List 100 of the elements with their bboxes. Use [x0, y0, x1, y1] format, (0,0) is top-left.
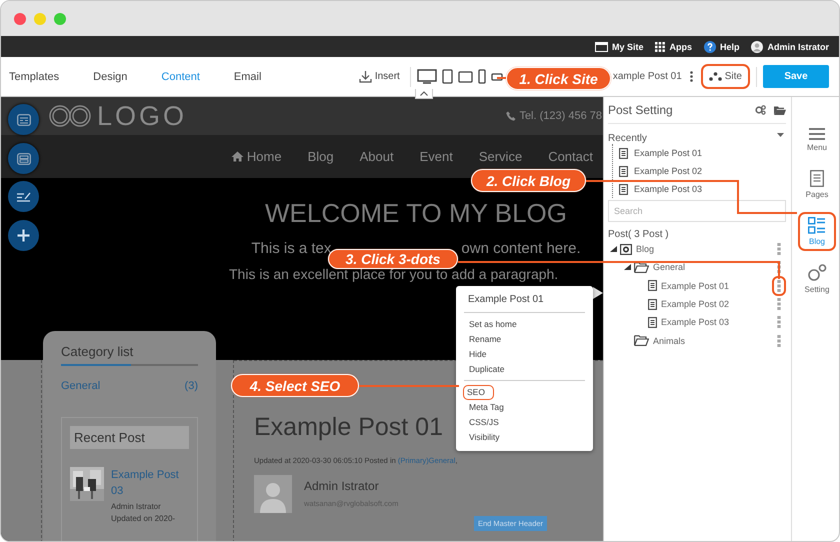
post-title: Example Post 01 [254, 413, 443, 442]
editor-tab[interactable]: Design [93, 70, 128, 82]
editor-tab[interactable]: Content [161, 70, 200, 82]
page-icon [810, 170, 824, 187]
document-icon [619, 148, 628, 158]
folder-icon [634, 335, 649, 346]
user-menu[interactable]: Admin Istrator [751, 40, 829, 52]
category-title: Category list [61, 344, 134, 359]
folder-icon [634, 262, 649, 273]
context-menu-option[interactable]: Duplicate [464, 362, 510, 377]
tablet-landscape-icon[interactable] [458, 70, 473, 82]
expand-icon[interactable] [610, 246, 617, 252]
folder-gear-icon [620, 243, 632, 256]
section-label: Recently [608, 133, 647, 144]
context-menu-option[interactable]: SEO [463, 385, 494, 400]
help-icon [704, 40, 716, 52]
recent-post-item[interactable]: Example Post 03 [613, 180, 786, 198]
collapse-tab[interactable] [415, 89, 433, 99]
menu-icon [809, 128, 825, 140]
site-nav-link[interactable]: Service [478, 149, 522, 164]
context-menu-option[interactable]: Set as home [464, 317, 522, 332]
grid-icon [655, 42, 666, 52]
context-menu-option[interactable]: Hide [464, 347, 492, 362]
plus-icon [17, 229, 30, 242]
expand-icon[interactable] [624, 264, 631, 270]
gears-icon[interactable] [755, 105, 766, 115]
close-button[interactable] [14, 12, 26, 24]
category-count: (3) [184, 380, 198, 392]
sidebar-item[interactable]: Blog [798, 212, 836, 251]
phone-text: Tel. (123) 456 78 [519, 110, 602, 122]
tree-item[interactable]: General [634, 262, 686, 273]
section-label: Post( 3 Post ) [608, 229, 670, 240]
recent-post-header: Recent Post [70, 426, 189, 449]
more-icon[interactable] [772, 276, 786, 296]
tree-item[interactable]: Blog [620, 243, 654, 256]
context-menu-option[interactable]: Rename [464, 332, 506, 347]
recent-post-item[interactable]: Example Post 01 [613, 144, 786, 162]
editor-tab[interactable]: Email [234, 70, 262, 82]
desktop-icon[interactable] [416, 69, 437, 84]
gears-icon [807, 264, 827, 282]
insert-button[interactable]: Insert [354, 70, 404, 83]
context-menu-option[interactable]: CSS/JS [464, 415, 504, 430]
folder-icon[interactable] [774, 106, 786, 114]
caret-icon[interactable] [777, 133, 784, 137]
tablet-icon[interactable] [442, 69, 453, 84]
tree-item[interactable]: Animals [634, 335, 686, 346]
more-icon[interactable] [690, 71, 693, 82]
document-icon [619, 184, 628, 194]
avatar-icon [751, 40, 764, 52]
panel-title: Post Setting [608, 103, 674, 117]
leader-line [497, 77, 506, 79]
edit-icon [16, 190, 32, 202]
author-name: Admin Istrator [304, 479, 380, 493]
document-icon [619, 166, 628, 176]
context-menu-option[interactable]: Visibility [464, 430, 505, 445]
chevron-up-icon [420, 91, 428, 96]
menu-title: Example Post 01 [467, 293, 545, 307]
home-icon [230, 151, 244, 162]
download-icon [358, 70, 372, 83]
admin-link[interactable]: My Site [594, 42, 644, 52]
tree-item[interactable]: Example Post 02 [648, 298, 730, 310]
recent-post-date: Updated on 2020- [111, 514, 176, 523]
sidebar-item[interactable]: Pages [798, 165, 836, 204]
hero-text: own content here. [461, 240, 581, 257]
list-icon [808, 217, 826, 234]
site-button[interactable]: Site [700, 64, 750, 89]
window-icon [594, 42, 608, 52]
phone-icon[interactable] [478, 69, 486, 84]
document-icon [648, 280, 657, 292]
logo-text: LOGO [97, 100, 188, 132]
hero-text: This is an excellent place for you to add a paragraph. [229, 267, 560, 282]
page-title: xample Post 01 [612, 71, 682, 82]
phone-icon [506, 111, 516, 121]
document-icon [648, 316, 657, 328]
document-icon [648, 298, 657, 310]
sidebar-item[interactable]: Setting [798, 259, 836, 299]
recent-post-author: Admin Istrator [111, 502, 162, 511]
hero-title: WELCOME TO MY BLOG [264, 198, 568, 229]
editor-tab[interactable]: Templates [9, 70, 60, 82]
tree-item[interactable]: Example Post 01 [648, 280, 730, 292]
callout: 2. Click Blog [471, 169, 586, 192]
search-field[interactable]: Search [608, 200, 786, 222]
tree-item[interactable]: Example Post 03 [648, 316, 730, 328]
layout-icon [16, 152, 30, 164]
form-icon [16, 114, 30, 126]
avatar-icon [254, 475, 292, 513]
dots-icon [708, 72, 722, 81]
site-nav-link[interactable]: About [360, 149, 394, 164]
phone-landscape-icon[interactable] [490, 72, 503, 80]
site-nav-link[interactable]: Blog [308, 149, 334, 164]
callout: 1. Click Site [506, 67, 611, 90]
site-nav-link[interactable]: Event [420, 149, 453, 164]
callout: 4. Select SEO [231, 374, 359, 397]
admin-link[interactable]: Help [704, 40, 740, 52]
admin-link[interactable]: Apps [655, 42, 692, 52]
recent-post-item[interactable]: Example Post 02 [613, 162, 786, 180]
context-menu-option[interactable]: Meta Tag [464, 400, 509, 415]
site-nav-link[interactable]: Contact [548, 149, 593, 164]
site-nav-link[interactable]: Home [230, 149, 282, 164]
sidebar-item[interactable]: Menu [798, 123, 836, 157]
